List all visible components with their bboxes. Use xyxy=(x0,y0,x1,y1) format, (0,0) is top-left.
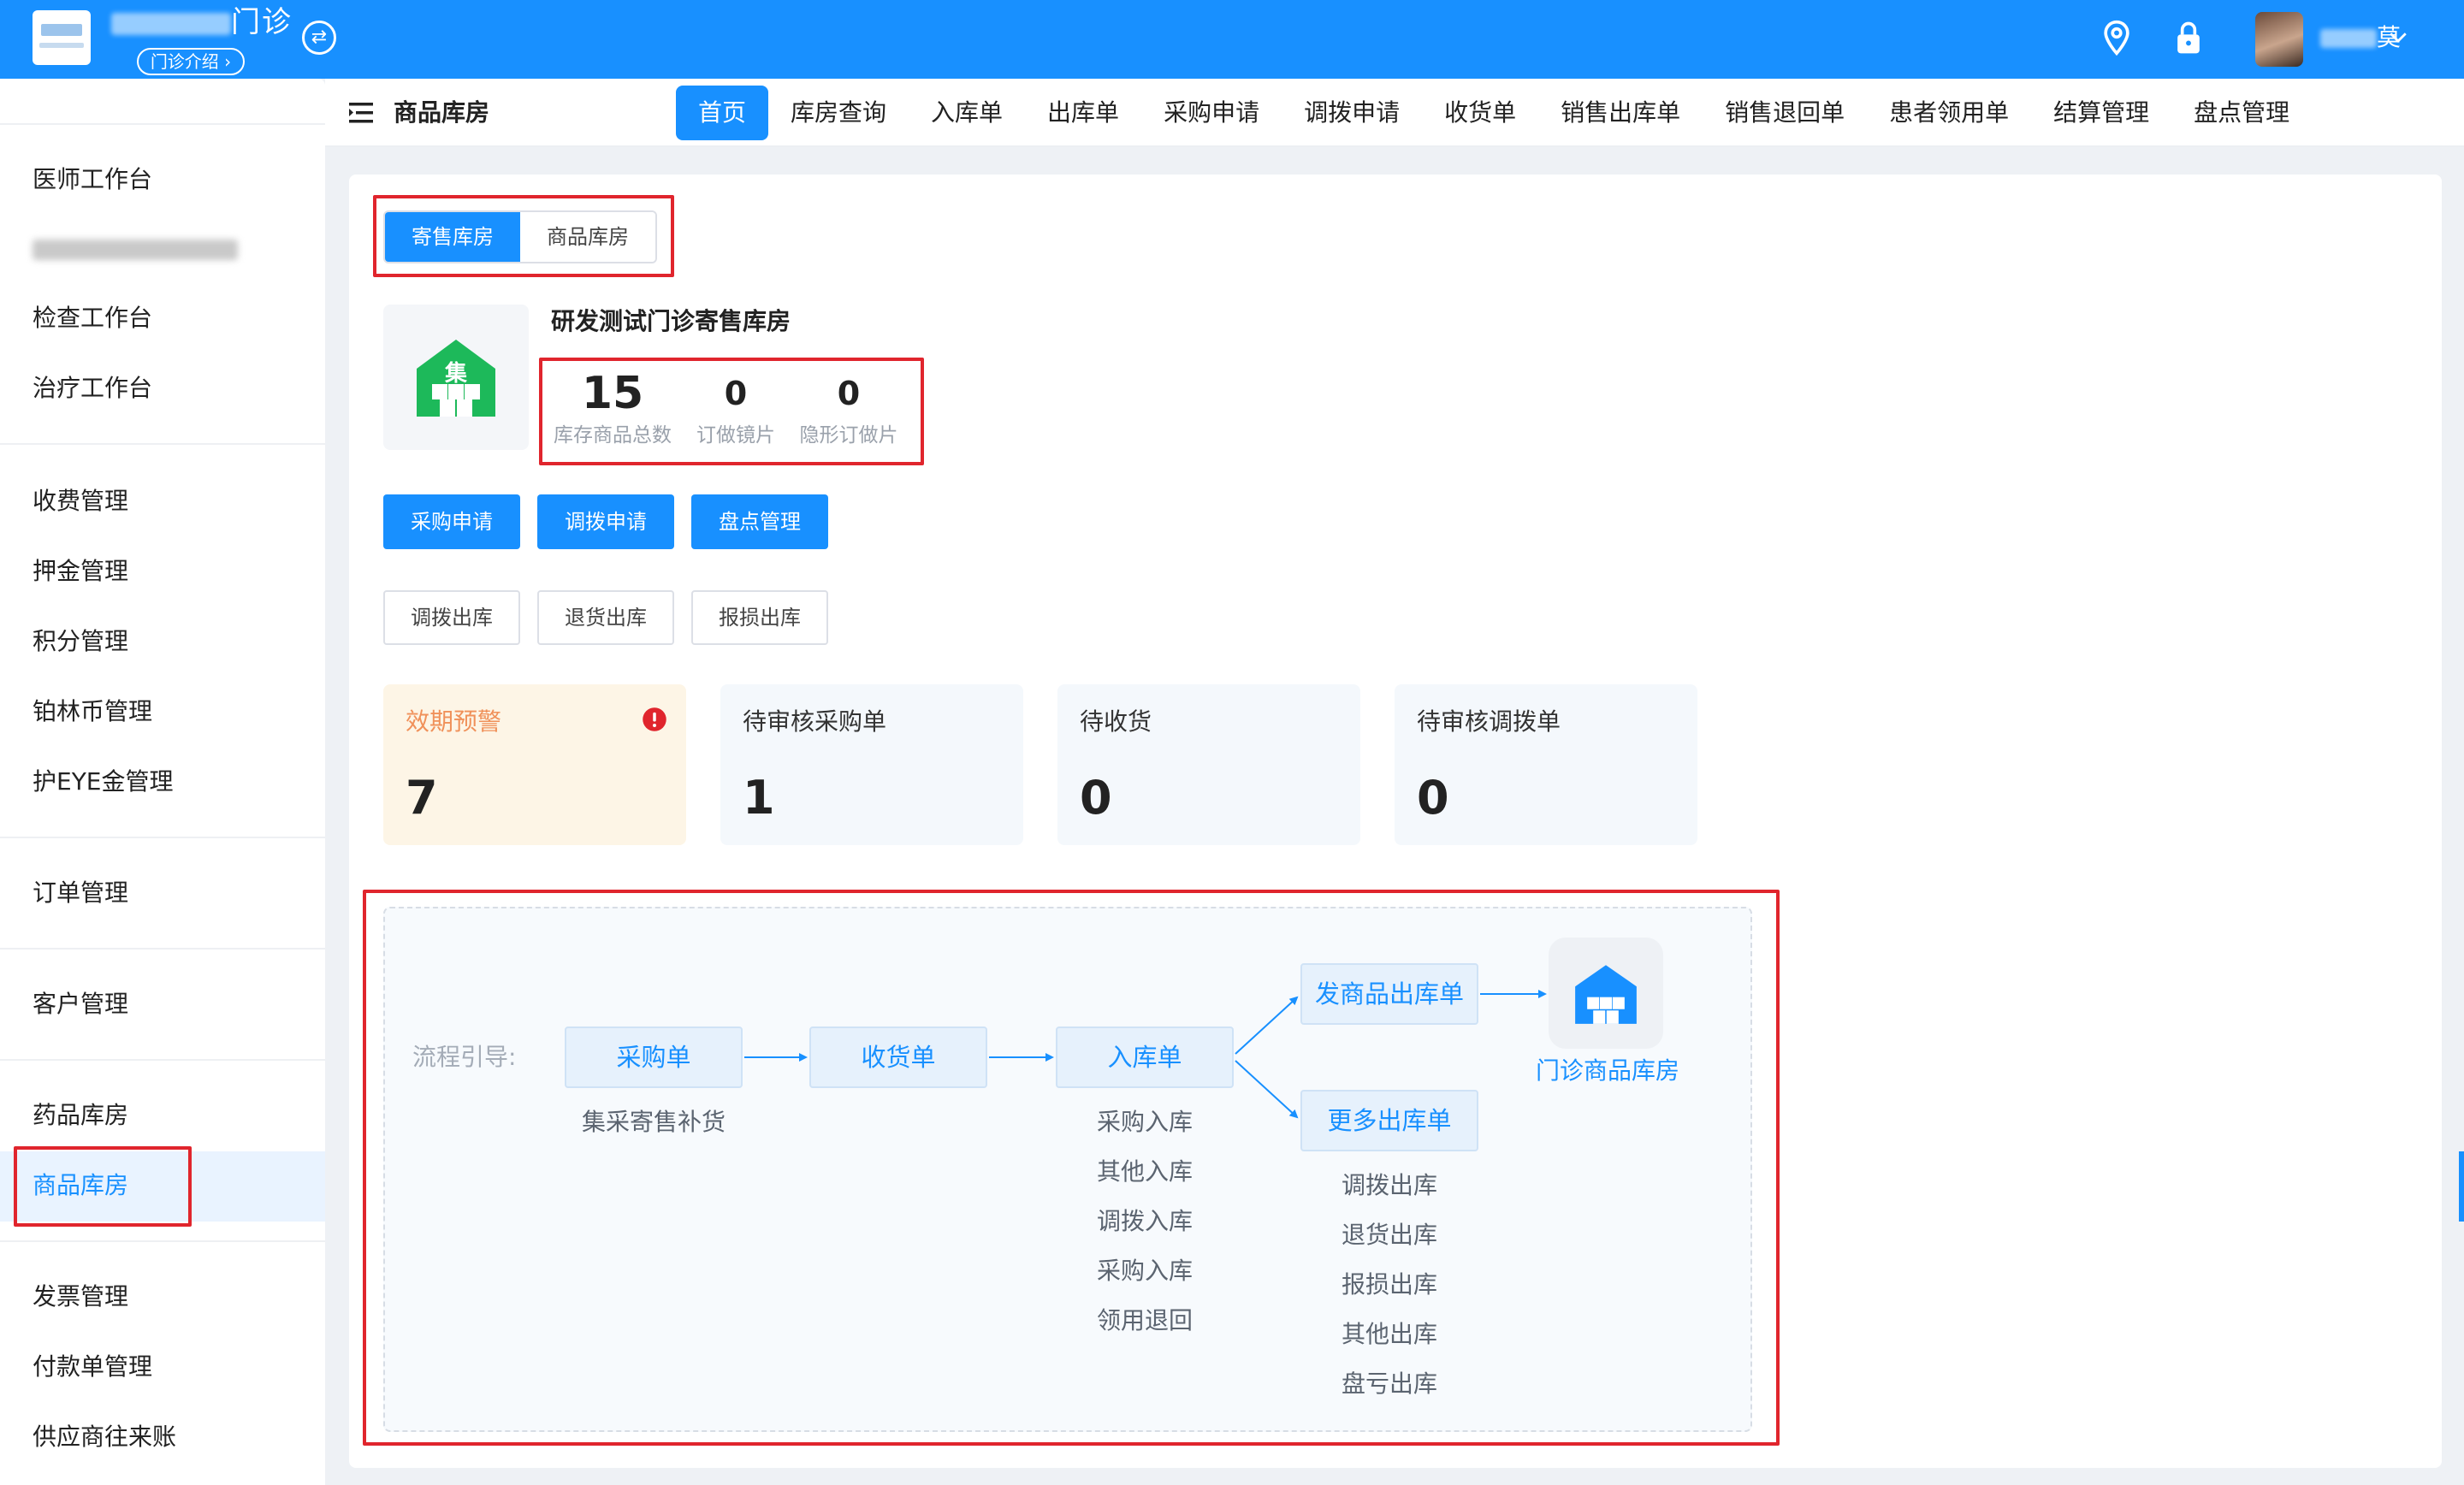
lock-icon[interactable] xyxy=(2170,19,2207,56)
top-header: 门诊 门诊介绍 › ⇄ 莫 xyxy=(0,0,2464,79)
flow-note-consignment-restock: 集采寄售补货 xyxy=(581,1108,726,1136)
clinic-warehouse-label[interactable]: 门诊商品库房 xyxy=(1518,1054,1697,1088)
kpi-expiry-warning[interactable]: 效期预警 7 xyxy=(383,684,686,845)
annotation-highlight-box xyxy=(539,358,924,465)
user-avatar[interactable] xyxy=(2255,12,2303,67)
tab-receipt[interactable]: 收货单 xyxy=(1422,86,1538,140)
sidebar-item-payment[interactable]: 付款单管理 xyxy=(33,1350,152,1384)
sidebar-item-bolin-coin[interactable]: 铂林币管理 xyxy=(33,695,152,729)
module-tabs: 首页 库房查询 入库单 出库单 采购申请 调拨申请 收货单 销售出库单 销售退回… xyxy=(676,86,2312,140)
sidebar-item-points[interactable]: 积分管理 xyxy=(33,624,128,659)
tab-inbound-order[interactable]: 入库单 xyxy=(909,86,1025,140)
sidebar-item-redacted[interactable] xyxy=(33,240,238,260)
flow-note-other-out: 其他出库 xyxy=(1341,1320,1437,1348)
flow-step-goods-outbound[interactable]: 发商品出库单 xyxy=(1300,963,1478,1025)
flow-note-purchase-in: 采购入库 xyxy=(1096,1108,1193,1136)
sidebar-item-invoice[interactable]: 发票管理 xyxy=(33,1280,128,1314)
clinic-logo[interactable] xyxy=(33,10,91,65)
kpi-pending-transfer-title: 待审核调拨单 xyxy=(1417,707,1561,736)
flow-note-damage-out: 报损出库 xyxy=(1341,1270,1437,1299)
tab-inventory-check[interactable]: 盘点管理 xyxy=(2171,86,2312,140)
tab-settlement[interactable]: 结算管理 xyxy=(2031,86,2171,140)
kpi-pending-purchase[interactable]: 待审核采购单 1 xyxy=(720,684,1023,845)
flow-note-transfer-in: 调拨入库 xyxy=(1096,1207,1193,1235)
chevron-down-icon[interactable] xyxy=(2385,24,2411,50)
transfer-out-button[interactable]: 调拨出库 xyxy=(383,590,520,645)
sidebar-item-orders[interactable]: 订单管理 xyxy=(33,876,128,910)
warehouse-icon-char: 集 xyxy=(444,360,468,387)
kpi-pending-transfer-value: 0 xyxy=(1417,771,1449,825)
sidebar-item-treatment-workbench[interactable]: 治疗工作台 xyxy=(33,371,152,405)
flow-note-requisition-return: 领用退回 xyxy=(1096,1306,1193,1334)
sidebar-divider xyxy=(0,1059,325,1061)
flow-note-return-out: 退货出库 xyxy=(1341,1221,1437,1249)
alert-icon xyxy=(643,707,666,731)
location-icon[interactable] xyxy=(2098,19,2135,56)
tab-warehouse-query[interactable]: 库房查询 xyxy=(768,86,909,140)
kpi-pending-purchase-value: 1 xyxy=(743,771,775,825)
flow-step-more-outbound[interactable]: 更多出库单 xyxy=(1300,1090,1478,1151)
clinic-intro-button[interactable]: 门诊介绍 › xyxy=(137,48,245,75)
kpi-pending-receipt-value: 0 xyxy=(1080,771,1112,825)
kpi-pending-purchase-title: 待审核采购单 xyxy=(743,707,887,736)
switch-clinic-icon[interactable]: ⇄ xyxy=(302,21,336,55)
sidebar-divider xyxy=(0,123,325,125)
sidebar-item-doctor-workbench[interactable]: 医师工作台 xyxy=(33,163,152,197)
tab-patient-requisition[interactable]: 患者领用单 xyxy=(1867,86,2031,140)
clinic-name: 门诊 xyxy=(111,3,293,41)
kpi-pending-receipt-title: 待收货 xyxy=(1080,707,1152,736)
menu-collapse-icon[interactable] xyxy=(347,99,378,127)
sidebar-item-exam-workbench[interactable]: 检查工作台 xyxy=(33,301,152,335)
sidebar-divider xyxy=(0,1240,325,1242)
annotation-highlight-box xyxy=(14,1146,192,1227)
kpi-pending-transfer[interactable]: 待审核调拨单 0 xyxy=(1395,684,1697,845)
sidebar-item-drug-warehouse[interactable]: 药品库房 xyxy=(33,1098,128,1133)
tab-sales-outbound[interactable]: 销售出库单 xyxy=(1538,86,1703,140)
flow-note-other-in: 其他入库 xyxy=(1096,1157,1193,1186)
tab-home[interactable]: 首页 xyxy=(676,86,769,140)
store-icon-box: 集 xyxy=(383,305,529,450)
clinic-name-redacted xyxy=(111,12,231,35)
store-name: 研发测试门诊寄售库房 xyxy=(551,307,791,335)
sidebar-divider xyxy=(0,948,325,950)
flow-note-loss-out: 盘亏出库 xyxy=(1341,1370,1437,1398)
damage-out-button[interactable]: 报损出库 xyxy=(691,590,828,645)
purchase-request-button[interactable]: 采购申请 xyxy=(383,494,520,549)
process-guide-label: 流程引导: xyxy=(412,1043,517,1071)
warehouse-icon: 集 xyxy=(417,340,495,417)
kpi-expiry-warning-title: 效期预警 xyxy=(406,707,502,736)
sidebar-divider xyxy=(0,837,325,838)
kpi-pending-receipt[interactable]: 待收货 0 xyxy=(1057,684,1360,845)
warehouse-icon xyxy=(1575,965,1637,1024)
annotation-highlight-box xyxy=(373,195,674,277)
clinic-name-suffix: 门诊 xyxy=(231,5,293,39)
flow-step-receipt[interactable]: 收货单 xyxy=(809,1026,987,1088)
inventory-check-button[interactable]: 盘点管理 xyxy=(691,494,828,549)
sidebar-divider xyxy=(0,443,325,445)
tab-transfer-request[interactable]: 调拨申请 xyxy=(1282,86,1422,140)
sidebar-item-customers[interactable]: 客户管理 xyxy=(33,987,128,1021)
flow-note-transfer-out: 调拨出库 xyxy=(1341,1171,1437,1199)
clinic-warehouse-icon-box[interactable] xyxy=(1549,938,1663,1049)
module-title: 商品库房 xyxy=(394,98,490,127)
sidebar-item-eye-gold[interactable]: 护EYE金管理 xyxy=(33,765,174,799)
sidebar-active-indicator xyxy=(2459,1151,2464,1222)
return-out-button[interactable]: 退货出库 xyxy=(537,590,674,645)
flow-note-purchase-in-2: 采购入库 xyxy=(1096,1257,1193,1285)
sidebar-item-supplier-account[interactable]: 供应商往来账 xyxy=(33,1420,176,1454)
flow-step-purchase-order[interactable]: 采购单 xyxy=(565,1026,743,1088)
sidebar-item-deposit[interactable]: 押金管理 xyxy=(33,554,128,589)
transfer-request-button[interactable]: 调拨申请 xyxy=(537,494,674,549)
flow-step-inbound-order[interactable]: 入库单 xyxy=(1056,1026,1234,1088)
tab-purchase-request[interactable]: 采购申请 xyxy=(1141,86,1282,140)
sidebar-item-charge[interactable]: 收费管理 xyxy=(33,484,128,518)
module-navbar: 商品库房 首页 库房查询 入库单 出库单 采购申请 调拨申请 收货单 销售出库单… xyxy=(325,79,2464,147)
user-name-redacted xyxy=(2320,29,2377,48)
kpi-expiry-warning-value: 7 xyxy=(406,771,438,825)
tab-outbound-order[interactable]: 出库单 xyxy=(1025,86,1141,140)
tab-sales-return[interactable]: 销售退回单 xyxy=(1703,86,1867,140)
